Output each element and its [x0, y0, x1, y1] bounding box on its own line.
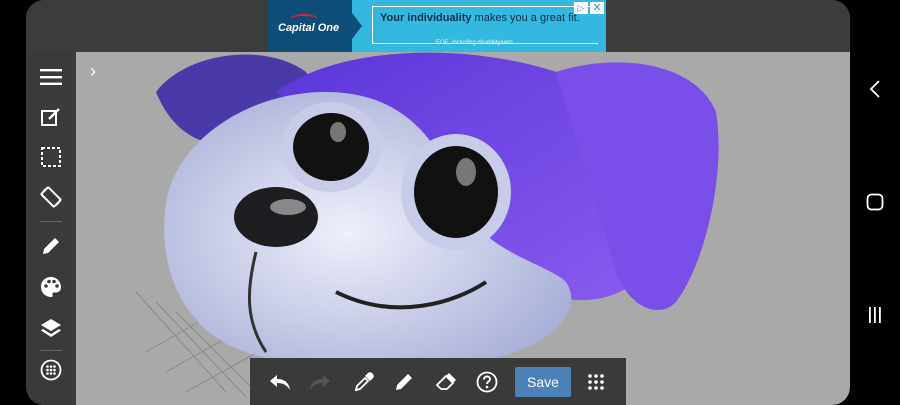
ad-close-icon[interactable]: ✕ [590, 2, 604, 14]
toolbar-divider [40, 221, 62, 222]
adchoices-icon[interactable]: ▷ [574, 2, 588, 14]
nose-highlight [270, 199, 306, 215]
system-nav-bar [850, 0, 900, 405]
right-eye-highlight [456, 158, 476, 186]
back-icon[interactable] [863, 77, 887, 101]
toolbar-divider [40, 350, 62, 351]
artwork [135, 52, 719, 403]
grid-menu-icon[interactable] [584, 370, 608, 394]
menu-icon[interactable] [39, 65, 63, 89]
recents-icon[interactable] [863, 303, 887, 327]
help-icon[interactable] [475, 370, 499, 394]
eraser-icon[interactable] [434, 370, 458, 394]
top-bar: Capital One Your individuality makes you… [26, 0, 850, 52]
palette-icon[interactable] [39, 275, 63, 299]
save-button[interactable]: Save [515, 367, 571, 397]
expand-panel-icon[interactable]: › [90, 62, 106, 80]
undo-icon[interactable] [268, 370, 292, 394]
home-icon[interactable] [863, 190, 887, 214]
pencil-icon[interactable] [392, 370, 416, 394]
ad-brand-logo: Capital One [278, 22, 340, 34]
ad-headline-rest: makes you a great fit. [471, 12, 580, 24]
left-toolbar [26, 52, 76, 405]
bottom-toolbar: Save [250, 358, 626, 405]
ad-headline: Your individuality makes you a great fit… [380, 12, 580, 24]
redo-icon[interactable] [308, 370, 332, 394]
ad-chevron-shape [342, 0, 362, 52]
ad-headline-bold: Your individuality [380, 12, 472, 24]
ad-logo-panel: Capital One [268, 0, 352, 52]
dots-circle-icon[interactable] [39, 358, 63, 382]
drawing-canvas[interactable]: › [76, 52, 850, 405]
right-eye [414, 146, 498, 238]
screen-rotation-icon[interactable] [39, 185, 63, 209]
edit-note-icon[interactable] [39, 105, 63, 129]
selection-icon[interactable] [39, 145, 63, 169]
pencil-icon[interactable] [39, 234, 63, 258]
app-screen: Capital One Your individuality makes you… [26, 0, 850, 405]
nose [234, 187, 318, 247]
left-eye [293, 113, 369, 181]
banner-ad[interactable]: Capital One Your individuality makes you… [268, 0, 606, 52]
layers-icon[interactable] [39, 316, 63, 340]
eyedropper-icon[interactable] [352, 370, 376, 394]
ad-fine-print: EOE, including disability/vets [436, 40, 514, 46]
left-eye-highlight [330, 122, 346, 142]
